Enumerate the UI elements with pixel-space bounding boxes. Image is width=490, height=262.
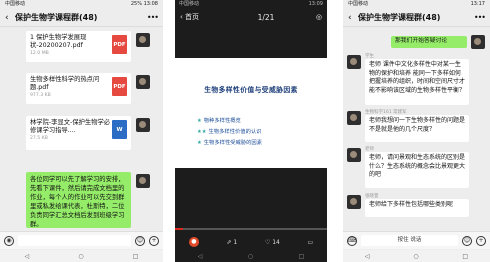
pdf-file-icon: PDF	[112, 77, 127, 96]
back-label: 首页	[185, 13, 200, 21]
like-button[interactable]: ♡ 14	[265, 239, 280, 246]
file-size: 27.5 KB	[30, 136, 48, 141]
file-size: 12.0 MB	[30, 51, 49, 56]
received-message-bubble[interactable]: 老师我想问一下生物多样性的问题是不是就是他的几个尺度？	[365, 115, 469, 142]
bullet-text: 生物多样性受威胁的因素	[203, 140, 263, 146]
share-button[interactable]: ⇗ 1	[226, 239, 237, 246]
keyboard-icon[interactable]: ⌨	[347, 235, 357, 246]
wechat-group-chat-phone: 中国移动 25% 13:08 ‹ 保护生物学课程群(48) ••• 1 保护生物…	[0, 0, 163, 262]
camera-icon[interactable]: ◎	[310, 13, 322, 21]
received-message-bubble[interactable]: 老师 课件中文化多样性中对某一生物的保护和培养 能同一下多样如何把握培养的组织，…	[365, 59, 469, 105]
emoji-icon[interactable]: ☺	[462, 235, 472, 246]
carrier-label: 中国移动	[179, 1, 200, 7]
more-icon[interactable]: •••	[146, 13, 159, 22]
avatar[interactable]	[347, 55, 361, 69]
file-message[interactable]: 林学院-李显文-保护生物学必修课学习指导.... 27.5 KB W	[26, 116, 131, 150]
status-time: 13:17	[470, 1, 485, 7]
like-count: 14	[272, 238, 280, 246]
player-nav: ‹ 首页 1/21 ◎	[175, 9, 327, 25]
avatar[interactable]	[347, 195, 361, 209]
file-message[interactable]: 生物多样性科学的热点问题.pdf 977.3 KB PDF	[26, 73, 131, 104]
avatar[interactable]	[347, 148, 361, 162]
file-name: 林学院-李显文-保护生物学必修课学习指导....	[30, 119, 111, 134]
nav-recent-icon[interactable]: □	[462, 253, 468, 260]
emoji-icon[interactable]: ☺	[135, 235, 145, 246]
file-size: 977.3 KB	[30, 93, 51, 98]
home-back-button[interactable]: ‹ 首页	[180, 12, 222, 22]
slide-title: 生物多样性价值与受威胁因素	[204, 86, 298, 94]
bullet-text: 物种多样性概览	[203, 118, 241, 124]
status-bar: 中国移动 25% 13:08	[0, 0, 163, 9]
avatar[interactable]	[347, 111, 361, 125]
page-indicator: 1/21	[257, 12, 275, 22]
sent-message-bubble[interactable]: 各位同学可以先了解学习的安排，先看下课件，然后请完成文档里的作业，每个人的作业可…	[26, 172, 131, 228]
nav-recent-icon[interactable]: □	[299, 253, 305, 260]
nav-recent-icon[interactable]: □	[133, 253, 139, 260]
nav-back-icon[interactable]: ◁	[365, 253, 370, 260]
chat-title: 保护生物学课程群(48)	[15, 13, 98, 22]
back-arrow-icon[interactable]: ‹	[5, 13, 15, 23]
slide-bullet: ★★ 生物多样性价值的认识	[197, 127, 261, 135]
player-controls: ● ⇗ 1 ♡ 14 ▭	[175, 234, 327, 250]
file-name: 生物多样性科学的热点问题.pdf	[30, 76, 100, 91]
carrier-label: 中国移动	[348, 1, 369, 7]
player-bottom-area: ● ⇗ 1 ♡ 14 ▭ ◁ ○ □	[175, 168, 327, 262]
hold-to-talk-button[interactable]: 按住 说话	[361, 235, 458, 246]
nav-home-icon[interactable]: ○	[248, 253, 253, 260]
system-nav-bar: ◁ ○ □	[175, 250, 327, 262]
nav-back-icon[interactable]: ◁	[198, 253, 203, 260]
player-top-bar: 中国移动 13:09 ‹ 首页 1/21 ◎	[175, 0, 327, 58]
star-icon: ★	[197, 118, 202, 124]
status-time: 13:09	[308, 1, 323, 7]
word-file-icon: W	[112, 120, 127, 139]
record-button[interactable]: ●	[188, 237, 199, 247]
nav-home-icon[interactable]: ○	[78, 253, 83, 260]
chat-input-bar: ◉ ☺ +	[0, 231, 163, 249]
slide-player-phone: 中国移动 13:09 ‹ 首页 1/21 ◎ 生物多样性价值与受威胁因素 ★ 物种…	[175, 0, 327, 262]
avatar[interactable]	[136, 75, 150, 89]
pdf-file-icon: PDF	[112, 35, 127, 54]
plus-icon[interactable]: +	[476, 235, 486, 246]
file-name: 1 保护生物学发展现状-20200207.pdf	[30, 34, 87, 49]
status-bar: 中国移动 13:09	[175, 0, 327, 9]
file-message[interactable]: 1 保护生物学发展现状-20200207.pdf 12.0 MB PDF	[26, 31, 131, 62]
star-icon: ★★	[197, 129, 207, 135]
back-arrow-icon[interactable]: ‹	[348, 13, 358, 23]
nav-home-icon[interactable]: ○	[413, 253, 418, 260]
system-nav-bar: ◁ ○ □	[0, 250, 163, 262]
status-bar: 中国移动 13:17	[343, 0, 490, 9]
progress-bar[interactable]	[175, 228, 327, 230]
share-count: 1	[233, 238, 238, 246]
avatar[interactable]	[136, 33, 150, 47]
system-nav-bar: ◁ ○ □	[343, 250, 490, 262]
chat-header: ‹ 保护生物学课程群(48) •••	[343, 9, 490, 27]
plus-icon[interactable]: +	[149, 235, 159, 246]
received-message-bubble[interactable]: 老师给下多样性包括哪些类别呢	[365, 199, 469, 217]
sent-message-bubble[interactable]: 那我们开始答疑讨论	[391, 36, 467, 48]
chat-header: ‹ 保护生物学课程群(48) •••	[0, 9, 163, 27]
slide-bullet: ★ 物种多样性概览	[197, 116, 241, 124]
bullet-text: 生物多样性价值的认识	[208, 129, 262, 135]
chat-title: 保护生物学课程群(48)	[358, 13, 441, 22]
wechat-qa-chat-phone: 中国移动 13:17 ‹ 保护生物学课程群(48) ••• 那我们开始答疑讨论 …	[343, 0, 490, 262]
avatar[interactable]	[136, 118, 150, 132]
avatar[interactable]	[136, 174, 150, 188]
slide-bullet: ★ 生物多样性受威胁的因素	[197, 138, 262, 146]
voice-icon[interactable]: ◉	[4, 235, 14, 246]
received-message-bubble[interactable]: 老师，请问景观和生态系统的区别是什么？生态系统的概念会比景观更大的吧	[365, 152, 469, 188]
avatar[interactable]	[471, 35, 485, 49]
status-time: 25% 13:08	[130, 1, 158, 7]
carrier-label: 中国移动	[5, 1, 26, 7]
star-icon: ★	[197, 140, 202, 146]
progress-fill	[175, 228, 183, 230]
slide-canvas[interactable]: 生物多样性价值与受威胁因素 ★ 物种多样性概览 ★★ 生物多样性价值的认识 ★ 生物多…	[175, 58, 327, 168]
more-icon[interactable]: •••	[473, 13, 486, 22]
nav-back-icon[interactable]: ◁	[25, 253, 30, 260]
comment-icon[interactable]: ▭	[308, 239, 314, 246]
message-input[interactable]	[18, 235, 131, 246]
chat-input-bar: ⌨ 按住 说话 ☺ +	[343, 231, 490, 249]
